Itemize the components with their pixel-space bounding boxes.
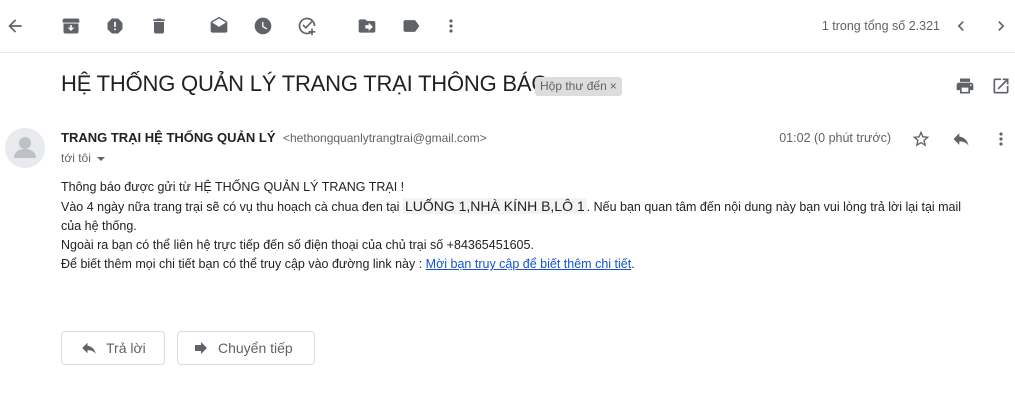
reply-button[interactable]: Trả lời [61,331,165,365]
body-line: Ngoài ra bạn có thể liên hệ trực tiếp đế… [61,238,534,252]
newer-chevron-icon[interactable] [947,12,975,40]
body-paragraph: Để biết thêm mọi chi tiết bạn có thể tru… [61,255,981,274]
labels-icon[interactable] [397,12,425,40]
reply-icon[interactable] [950,128,972,150]
body-text: Để biết thêm mọi chi tiết bạn có thể tru… [61,257,426,271]
message-body: Thông báo được gửi từ HỆ THỐNG QUẢN LÝ T… [61,178,981,274]
delete-icon[interactable] [145,12,173,40]
message-timestamp: 01:02 (0 phút trước) [779,131,891,145]
star-icon[interactable] [910,128,932,150]
recipient-details-toggle[interactable]: tới tôi [61,151,105,165]
recipient-text: tới tôi [61,151,91,165]
toolbar: 1 trong tổng số 2.321 [0,0,1015,53]
caret-down-icon [96,157,105,161]
mark-unread-icon[interactable] [205,12,233,40]
open-in-new-window-icon[interactable] [990,75,1012,97]
reply-icon [82,342,96,354]
sender-name: TRANG TRẠI HỆ THỐNG QUẢN LÝ [61,130,276,145]
more-vert-icon[interactable] [990,128,1012,150]
more-vert-icon[interactable] [437,12,465,40]
body-text: Vào 4 ngày nữa trang trại sẽ có vụ thu h… [61,200,403,214]
archive-icon[interactable] [57,12,85,40]
reply-label: Trả lời [106,340,146,356]
sender-email: <hethongquanlytrangtrai@gmail.com> [283,131,487,145]
add-task-icon[interactable] [293,12,321,40]
message-count: 1 trong tổng số 2.321 [821,19,940,33]
older-chevron-icon[interactable] [987,12,1015,40]
forward-icon [195,342,207,354]
body-paragraph: Vào 4 ngày nữa trang trại sẽ có vụ thu h… [61,197,981,236]
label-text: Hộp thư đến [540,79,607,93]
remove-label-icon[interactable]: × [610,79,617,93]
snooze-icon[interactable] [249,12,277,40]
body-line: Thông báo được gửi từ HỆ THỐNG QUẢN LÝ T… [61,180,405,194]
report-spam-icon[interactable] [101,12,129,40]
forward-label: Chuyển tiếp [218,340,293,356]
print-icon[interactable] [954,75,976,97]
email-subject: HỆ THỐNG QUẢN LÝ TRANG TRẠI THÔNG BÁO [61,71,549,96]
move-to-icon[interactable] [353,12,381,40]
body-text: . [631,257,635,271]
back-arrow-icon[interactable] [1,12,29,40]
details-link[interactable]: Mời bạn truy cập để biết thêm chi tiết [426,257,632,271]
highlighted-location: LUỐNG 1,NHÀ KÍNH B,LÔ 1 [402,198,587,214]
forward-button[interactable]: Chuyển tiếp [177,331,315,365]
inbox-label-chip: Hộp thư đến × [535,77,622,96]
sender-avatar[interactable] [5,128,45,168]
